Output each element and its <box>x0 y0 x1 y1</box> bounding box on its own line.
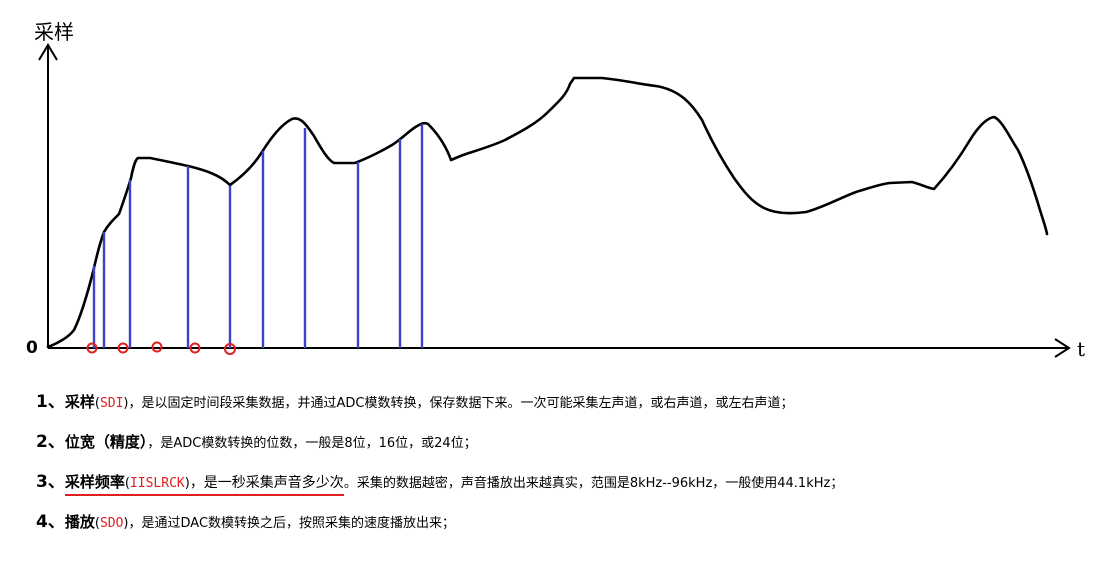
note-text: 。采集的数据越密，声音播放出来越真实，范围是8kHz--96kHz，一般使用44… <box>343 476 844 491</box>
note-sampling: 1、采样(SDI)，是以固定时间段采集数据，并通过ADC模数转换，保存数据下来。… <box>36 388 1106 428</box>
note-abbr: IISLRCK <box>129 476 185 491</box>
note-number: 2、 <box>36 432 65 452</box>
sampling-diagram: 采样 t 0 <box>0 0 1115 380</box>
note-abbr: SDO <box>99 516 124 531</box>
y-axis-label: 采样 <box>34 20 74 44</box>
note-term: 位宽（精度） <box>64 433 148 451</box>
notes-list: 1、采样(SDI)，是以固定时间段采集数据，并通过ADC模数转换，保存数据下来。… <box>36 388 1106 548</box>
note-sample-rate: 3、采样频率(IISLRCK)，是一秒采集声音多少次 。采集的数据越密，声音播放出… <box>36 468 1106 508</box>
note-text: ，是以固定时间段采集数据，并通过ADC模数转换，保存数据下来。一次可能采集左声道… <box>128 396 794 411</box>
note-text: ，是通过DAC数模转换之后，按照采集的速度播放出来； <box>128 516 456 531</box>
signal-curve <box>46 76 1049 349</box>
note-number: 4、 <box>36 512 65 532</box>
note-term: 采样 <box>64 393 95 411</box>
note-term: 采样频率 <box>64 473 125 491</box>
note-text: ，是ADC模数转换的位数，一般是8位，16位，或24位； <box>147 436 477 451</box>
sampling-diagram-svg <box>38 43 1071 358</box>
red-underline <box>64 494 344 496</box>
note-playback: 4、播放(SDO)，是通过DAC数模转换之后，按照采集的速度播放出来； <box>36 508 1106 548</box>
note-number: 3、 <box>36 472 65 492</box>
x-axis-label: t <box>1077 337 1086 361</box>
note-abbr: SDI <box>99 396 124 411</box>
note-term: 播放 <box>64 513 95 531</box>
note-emphasis: ，是一秒采集声音多少次 <box>189 475 344 491</box>
note-number: 1、 <box>36 392 65 412</box>
note-bit-width: 2、位宽（精度），是ADC模数转换的位数，一般是8位，16位，或24位； <box>36 428 1106 468</box>
origin-label: 0 <box>26 338 38 358</box>
underlined-phrase: 采样频率(IISLRCK)，是一秒采集声音多少次 <box>64 468 344 498</box>
